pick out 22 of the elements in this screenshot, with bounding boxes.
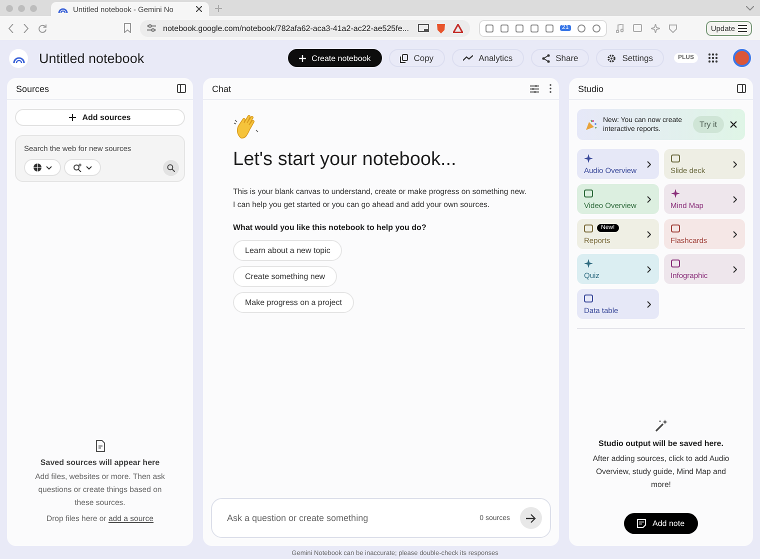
settings-button[interactable]: Settings (596, 49, 664, 67)
chat-input[interactable]: Ask a question or create something (225, 512, 470, 524)
try-it-button[interactable]: Try it (692, 116, 724, 133)
add-note-button[interactable]: Add note (624, 513, 698, 534)
url-text: notebook.google.com/notebook/782afa62-aca3-41a2-ac22-ae525fe... (163, 24, 410, 32)
empty-state-title: Saved sources will appear here (40, 458, 160, 467)
studio-empty-title: Studio output will be saved here. (598, 439, 724, 448)
suggestion-chip[interactable]: Make progress on a project (233, 292, 354, 313)
question-text: What would you like this notebook to help you do? (233, 223, 426, 232)
suggestion-chip[interactable]: Learn about a new topic (233, 240, 342, 261)
add-sources-button[interactable]: Add sources (15, 109, 185, 126)
share-button[interactable]: Share (530, 49, 590, 67)
notebook-title[interactable]: Untitled notebook (39, 50, 144, 66)
copy-button[interactable]: Copy (388, 49, 445, 67)
create-notebook-button[interactable]: Create notebook (288, 49, 382, 67)
suggestion-chip[interactable]: Create something new (233, 266, 338, 287)
panel-title: Sources (16, 84, 50, 94)
analytics-button[interactable]: Analytics (452, 49, 524, 67)
panel-title: Chat (212, 84, 232, 94)
panel-title: Studio (578, 84, 604, 94)
address-bar[interactable]: notebook.google.com/notebook/782afa62-aca3-41a2-ac22-ae525fe... (140, 20, 470, 36)
chat-heading: Let's start your notebook... (233, 149, 456, 171)
